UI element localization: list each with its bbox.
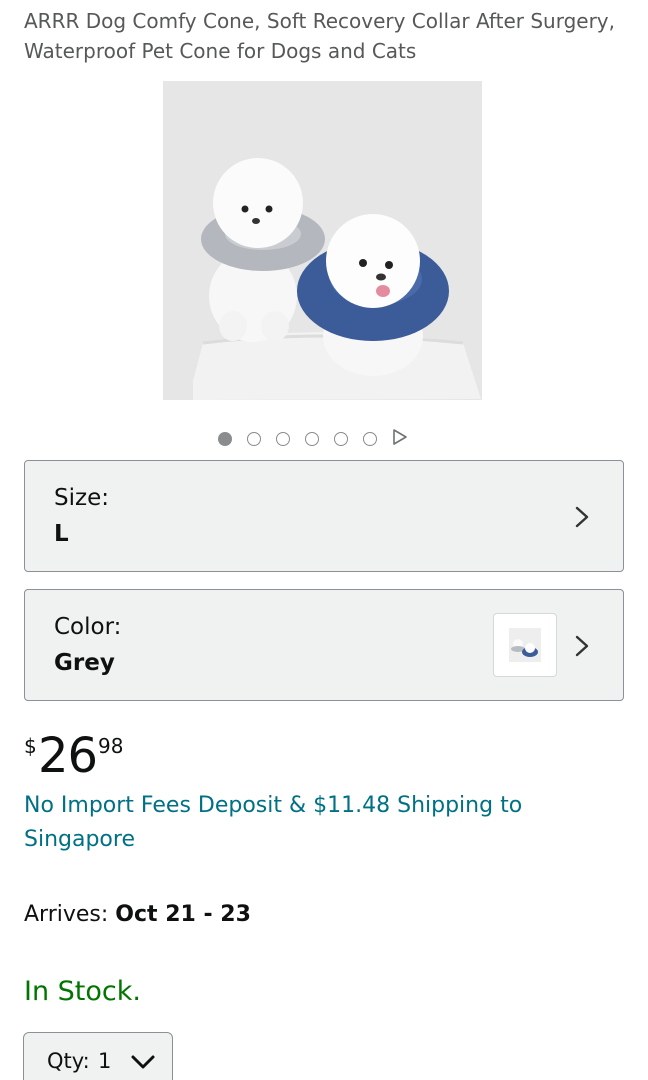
size-label: Size: [54,485,109,511]
chevron-down-icon [130,1053,156,1071]
availability-status: In Stock. [24,976,141,1007]
price-whole: 26 [38,728,98,784]
pagination-dot[interactable] [334,432,348,446]
product-photo-illustration [163,81,482,400]
color-label: Color: [54,614,122,640]
pagination-dot[interactable] [247,432,261,446]
delivery-label: Arrives: [24,902,116,927]
pagination-dot[interactable] [363,432,377,446]
chevron-right-icon [571,505,593,529]
quantity-dropdown[interactable]: Qty: 1 [23,1032,173,1080]
pagination-dot[interactable] [218,432,232,446]
color-swatch-thumbnail[interactable] [493,613,557,677]
delivery-estimate: Arrives: Oct 21 - 23 [24,902,251,927]
price-currency-symbol: $ [24,734,37,758]
pagination-dot[interactable] [305,432,319,446]
quantity-label: Qty: [47,1049,90,1073]
price-fraction: 98 [98,734,124,758]
size-value: L [54,521,69,547]
image-pagination [218,428,408,450]
product-page: ARRR Dog Comfy Cone, Soft Recovery Colla… [0,0,648,1080]
quantity-value: 1 [98,1049,112,1073]
size-selector[interactable]: Size: L [24,460,624,572]
color-value: Grey [54,650,115,676]
product-image[interactable] [163,81,482,400]
shipping-link[interactable]: No Import Fees Deposit & $11.48 Shipping… [24,789,624,857]
delivery-dates: Oct 21 - 23 [115,902,251,927]
play-icon[interactable] [392,428,408,450]
product-title: ARRR Dog Comfy Cone, Soft Recovery Colla… [24,9,615,63]
color-selector[interactable]: Color: Grey [24,589,624,701]
chevron-right-icon [571,634,593,658]
pagination-dot[interactable] [276,432,290,446]
